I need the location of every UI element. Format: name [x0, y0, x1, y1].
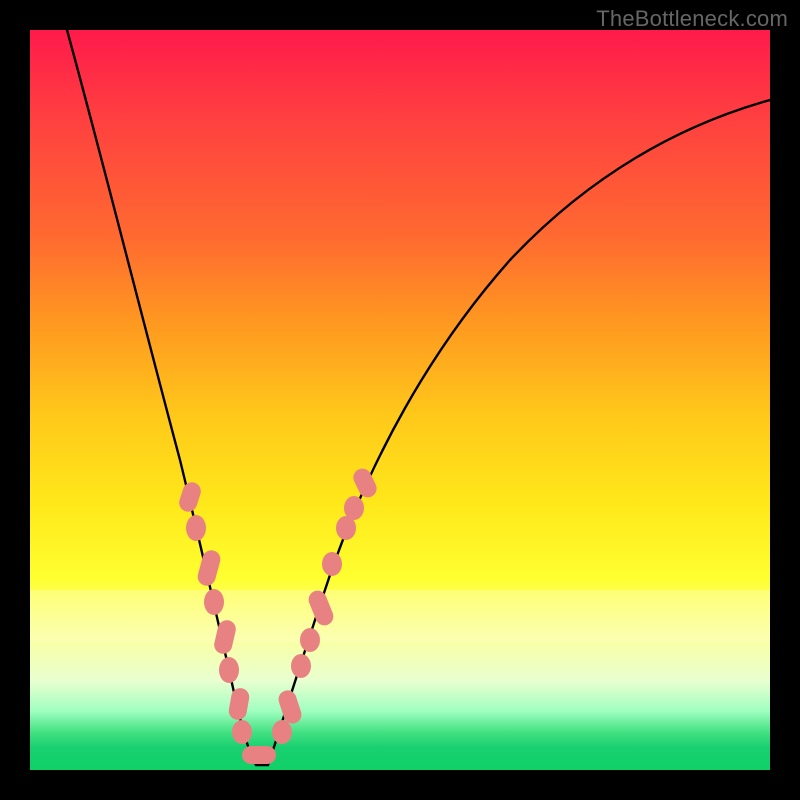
marker-group	[177, 466, 380, 764]
marker-dot	[186, 515, 206, 541]
chart-svg	[30, 30, 770, 770]
marker-pill	[212, 618, 237, 655]
marker-pill	[227, 687, 250, 722]
marker-pill	[242, 746, 276, 764]
marker-dot	[232, 720, 252, 744]
marker-dot	[219, 657, 239, 683]
marker-dot	[300, 628, 320, 652]
plot-area	[30, 30, 770, 770]
marker-dot	[291, 654, 311, 678]
marker-pill	[350, 466, 379, 501]
watermark-text: TheBottleneck.com	[596, 6, 788, 32]
marker-dot	[272, 720, 292, 744]
marker-dot	[204, 589, 224, 615]
marker-dot	[344, 496, 364, 520]
marker-pill	[196, 548, 223, 587]
marker-dot	[322, 552, 342, 576]
marker-pill	[306, 588, 336, 628]
bottleneck-curve	[67, 30, 770, 765]
marker-pill	[177, 480, 203, 514]
chart-frame: TheBottleneck.com	[0, 0, 800, 800]
